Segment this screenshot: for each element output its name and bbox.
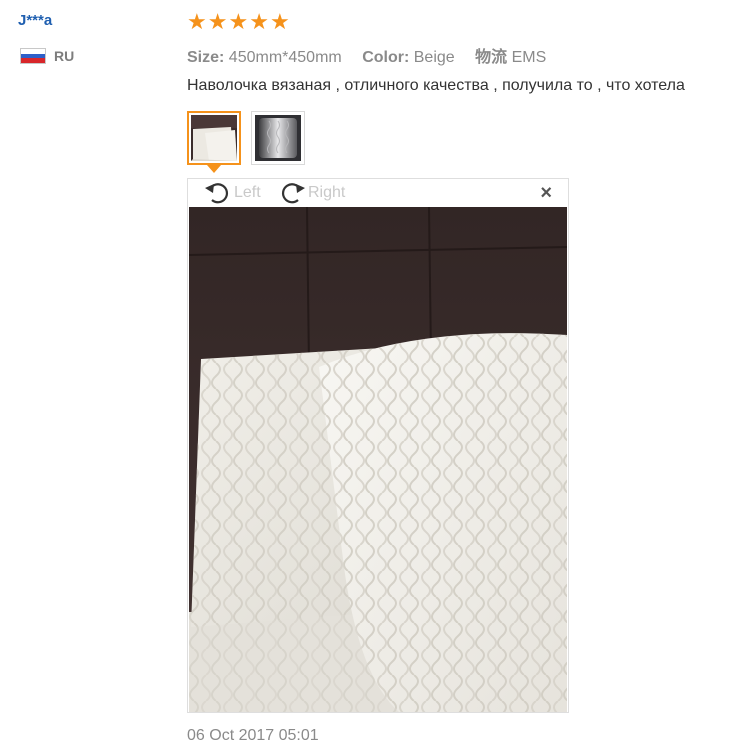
close-viewer-button[interactable]: ×	[540, 183, 552, 203]
rotate-right-button[interactable]: Right	[278, 180, 345, 206]
star-icon: ★	[228, 9, 249, 34]
star-icon: ★	[187, 9, 207, 34]
pillow-photo-thumbnail	[191, 115, 237, 161]
star-icon: ★	[269, 9, 290, 34]
review-text: Наволочка вязаная , отличного качества ,…	[187, 77, 685, 94]
size-value: 450mm*450mm	[228, 49, 342, 66]
review-thumbnail-2[interactable]	[251, 111, 305, 165]
review-photo-pillows	[189, 207, 567, 712]
rotate-right-label: Right	[308, 184, 346, 201]
rotate-left-label: Left	[234, 184, 261, 201]
color-value: Beige	[413, 49, 455, 66]
shipping-value: EMS	[511, 49, 547, 66]
size-label: Size:	[187, 49, 225, 66]
image-viewer: Left Right ×	[187, 178, 569, 713]
review-date: 06 Oct 2017 05:01	[187, 727, 319, 744]
star-icon: ★	[249, 9, 269, 34]
star-icon: ★	[207, 9, 228, 34]
rotate-left-button[interactable]: Left	[204, 180, 261, 206]
russia-flag-icon	[20, 48, 46, 64]
country-code: RU	[54, 48, 75, 64]
reviewer-name: J***a	[18, 12, 53, 29]
thumbnail-pointer	[207, 165, 221, 173]
reviewer-country: RU	[20, 48, 74, 64]
order-attributes: Size: 450mm*450mm Color: Beige 物流 EMS	[187, 43, 546, 67]
review-thumbnail-1[interactable]	[187, 111, 241, 165]
color-label: Color:	[362, 49, 410, 66]
rating-stars: ★ ★ ★ ★ ★	[187, 10, 290, 34]
viewer-toolbar: Left Right ×	[188, 179, 568, 207]
shipping-label: 物流	[475, 49, 508, 66]
rotate-right-icon	[282, 183, 305, 204]
rotate-left-icon	[205, 183, 228, 204]
pillow-photo-thumbnail	[255, 115, 301, 161]
